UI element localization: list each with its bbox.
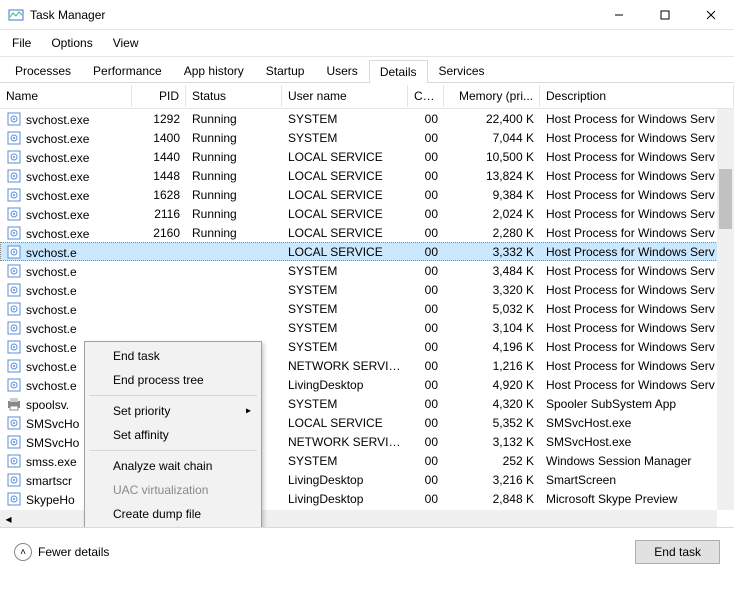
process-icon bbox=[6, 111, 22, 127]
window-controls bbox=[596, 0, 734, 29]
menu-view[interactable]: View bbox=[105, 32, 147, 54]
end-task-button[interactable]: End task bbox=[635, 540, 720, 564]
column-header[interactable]: Description bbox=[540, 85, 734, 107]
context-separator bbox=[89, 395, 257, 396]
context-set-affinity[interactable]: Set affinity bbox=[87, 423, 259, 447]
process-icon bbox=[6, 282, 22, 298]
menu-options[interactable]: Options bbox=[43, 32, 100, 54]
chevron-up-icon: ˄ bbox=[14, 543, 32, 561]
process-icon bbox=[6, 434, 22, 450]
process-icon bbox=[6, 187, 22, 203]
context-end-task[interactable]: End task bbox=[87, 344, 259, 368]
table-row[interactable]: svchost.exe1448RunningLOCAL SERVICE0013,… bbox=[0, 166, 734, 185]
footer: ˄ Fewer details End task bbox=[0, 528, 734, 576]
column-header[interactable]: CPU bbox=[408, 85, 444, 107]
tab-users[interactable]: Users bbox=[315, 59, 368, 82]
process-icon bbox=[6, 453, 22, 469]
process-icon bbox=[6, 415, 22, 431]
process-icon bbox=[6, 244, 22, 260]
column-header[interactable]: Name bbox=[0, 85, 132, 107]
tabstrip: ProcessesPerformanceApp historyStartupUs… bbox=[0, 57, 734, 83]
context-menu: End taskEnd process tree Set priority▸Set… bbox=[84, 341, 262, 528]
process-icon bbox=[6, 225, 22, 241]
process-icon bbox=[6, 377, 22, 393]
context-end-process-tree[interactable]: End process tree bbox=[87, 368, 259, 392]
table-row[interactable]: svchost.eSYSTEM003,484 KHost Process for… bbox=[0, 261, 734, 280]
process-icon bbox=[6, 168, 22, 184]
vertical-scrollbar[interactable] bbox=[717, 109, 734, 510]
table-row[interactable]: svchost.eSYSTEM003,320 KHost Process for… bbox=[0, 280, 734, 299]
process-icon bbox=[6, 263, 22, 279]
process-table: NamePIDStatusUser nameCPUMemory (pri...D… bbox=[0, 83, 734, 528]
process-icon bbox=[6, 491, 22, 507]
app-icon bbox=[8, 7, 24, 23]
maximize-button[interactable] bbox=[642, 0, 688, 30]
context-set-priority[interactable]: Set priority▸ bbox=[87, 399, 259, 423]
submenu-arrow-icon: ▸ bbox=[246, 406, 251, 417]
context-create-dump-file[interactable]: Create dump file bbox=[87, 502, 259, 526]
process-icon bbox=[6, 206, 22, 222]
fewer-details-label: Fewer details bbox=[38, 545, 109, 559]
context-uac-virtualization: UAC virtualization bbox=[87, 478, 259, 502]
process-icon bbox=[6, 301, 22, 317]
fewer-details-toggle[interactable]: ˄ Fewer details bbox=[14, 543, 109, 561]
table-row[interactable]: svchost.exe2116RunningLOCAL SERVICE002,0… bbox=[0, 204, 734, 223]
scroll-thumb[interactable] bbox=[719, 169, 732, 229]
context-analyze-wait-chain[interactable]: Analyze wait chain bbox=[87, 454, 259, 478]
scroll-left-button[interactable]: ◂ bbox=[0, 510, 17, 527]
column-header[interactable]: PID bbox=[132, 85, 186, 107]
close-button[interactable] bbox=[688, 0, 734, 30]
process-icon bbox=[6, 339, 22, 355]
process-icon bbox=[6, 149, 22, 165]
table-row[interactable]: svchost.exe1400RunningSYSTEM007,044 KHos… bbox=[0, 128, 734, 147]
column-header[interactable]: Memory (pri... bbox=[444, 85, 540, 107]
table-row[interactable]: svchost.exe2160RunningLOCAL SERVICE002,2… bbox=[0, 223, 734, 242]
table-row[interactable]: svchost.exe1440RunningLOCAL SERVICE0010,… bbox=[0, 147, 734, 166]
tab-services[interactable]: Services bbox=[428, 59, 496, 82]
tab-details[interactable]: Details bbox=[369, 60, 428, 83]
tab-processes[interactable]: Processes bbox=[4, 59, 82, 82]
table-row[interactable]: svchost.eSYSTEM005,032 KHost Process for… bbox=[0, 299, 734, 318]
process-icon bbox=[6, 472, 22, 488]
context-separator bbox=[89, 450, 257, 451]
process-icon bbox=[6, 320, 22, 336]
table-header: NamePIDStatusUser nameCPUMemory (pri...D… bbox=[0, 83, 734, 109]
table-row[interactable]: svchost.exe1628RunningLOCAL SERVICE009,3… bbox=[0, 185, 734, 204]
minimize-button[interactable] bbox=[596, 0, 642, 30]
titlebar: Task Manager bbox=[0, 0, 734, 30]
table-row[interactable]: svchost.eSYSTEM003,104 KHost Process for… bbox=[0, 318, 734, 337]
window-title: Task Manager bbox=[30, 8, 596, 22]
column-header[interactable]: User name bbox=[282, 85, 408, 107]
tab-app-history[interactable]: App history bbox=[173, 59, 255, 82]
table-row[interactable]: svchost.eLOCAL SERVICE003,332 KHost Proc… bbox=[0, 242, 734, 261]
table-row[interactable]: svchost.exe1292RunningSYSTEM0022,400 KHo… bbox=[0, 109, 734, 128]
column-header[interactable]: Status bbox=[186, 85, 282, 107]
tab-startup[interactable]: Startup bbox=[255, 59, 316, 82]
menubar: FileOptionsView bbox=[0, 30, 734, 57]
process-icon bbox=[6, 130, 22, 146]
menu-file[interactable]: File bbox=[4, 32, 39, 54]
process-icon bbox=[6, 358, 22, 374]
process-icon bbox=[6, 396, 22, 412]
tab-performance[interactable]: Performance bbox=[82, 59, 173, 82]
